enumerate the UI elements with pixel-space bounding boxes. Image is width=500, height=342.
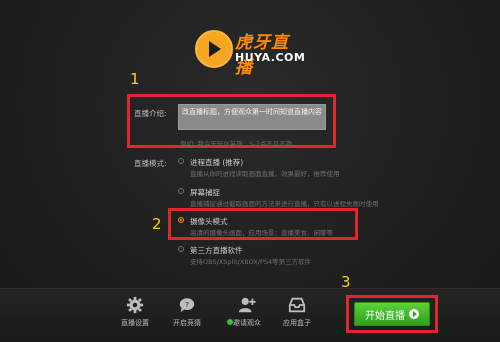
gear-icon [126, 296, 144, 314]
play-circle-icon [409, 309, 419, 319]
annotation-number-3: 3 [341, 273, 351, 291]
broadcast-title-input[interactable]: 改直播标题，方便观众第一时间知道直播内容 [178, 104, 326, 130]
chat-bubble-icon: ? [179, 298, 195, 313]
start-broadcast-label: 开始直播 [365, 310, 405, 322]
broadcast-settings-label: 直播设置 [121, 319, 149, 327]
mode-name-process: 进程直播 (推荐) [190, 158, 244, 167]
mode-desc-camera: 高清的摄像头画面，应用场景：直播美食、闲聊等 [190, 229, 333, 237]
broadcast-settings-button[interactable]: 直播设置 [110, 296, 160, 328]
annotation-number-1: 1 [130, 70, 140, 88]
start-broadcast-button[interactable]: 开始直播 [354, 302, 430, 326]
app-box-label: 应用盒子 [283, 319, 311, 327]
mode-name-screen: 屏幕捕捉 [190, 188, 220, 197]
mode-desc-process: 直播从你的进程读取画面直播，效果最好，推荐使用 [190, 170, 340, 178]
svg-text:?: ? [185, 300, 189, 309]
mode-label: 直播模式: [134, 159, 167, 168]
start-broadcast-dialog: 虎牙直播 HUYA.COM 1 直播介绍: 改直播标题，方便观众第一时间知道直播… [0, 0, 500, 342]
logo-english-text: HUYA.COM [235, 51, 306, 64]
radio-screen[interactable] [178, 188, 184, 194]
radio-camera-selected[interactable] [178, 217, 184, 223]
mode-name-camera: 摄像头模式 [190, 217, 228, 226]
radio-process[interactable] [178, 158, 184, 164]
title-example-hint: 例如: 我今天玩IX英雄，5-7点不见不散。 [180, 140, 299, 148]
mode-desc-screen: 直播捕捉通过截取画面的方法来进行直播，只有以进程失败时使用 [190, 200, 379, 208]
huya-logo-mark-icon [195, 30, 233, 68]
open-poll-button[interactable]: ? 开启竞猜 [162, 296, 212, 328]
intro-label: 直播介绍: [134, 109, 167, 118]
radio-third-party[interactable] [178, 246, 184, 252]
mode-desc-third-party: 支持OBS/XSplit/XBOX/PS4等第三方软件 [190, 258, 312, 266]
tray-icon [288, 297, 306, 313]
annotation-number-2: 2 [152, 215, 162, 233]
mode-name-third-party: 第三方直播软件 [190, 246, 243, 255]
huya-logo: 虎牙直播 HUYA.COM [195, 26, 306, 78]
invite-viewers-label: 邀请观众 [233, 319, 261, 327]
open-poll-label: 开启竞猜 [173, 319, 201, 327]
app-box-button[interactable]: 应用盒子 [272, 296, 322, 328]
add-user-icon [238, 297, 256, 313]
invite-viewers-button[interactable]: 邀请观众 [222, 296, 272, 328]
